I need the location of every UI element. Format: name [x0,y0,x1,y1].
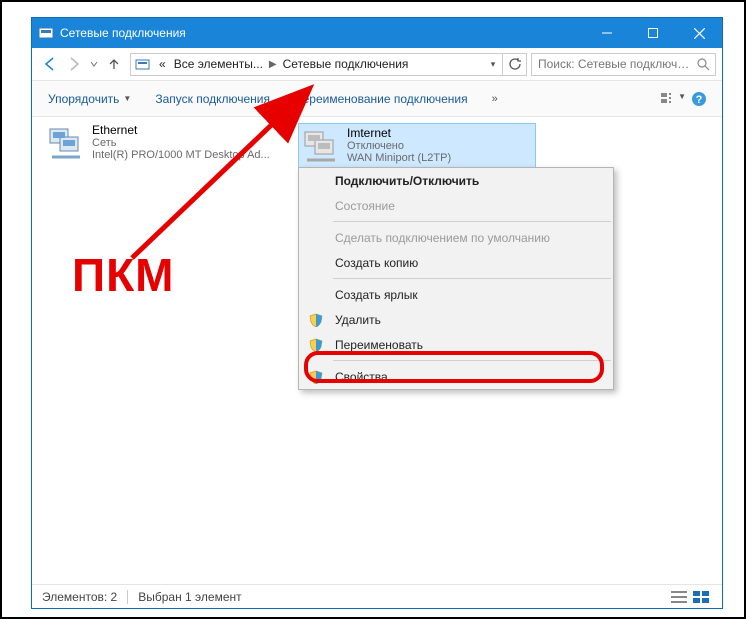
menu-delete[interactable]: Удалить [299,307,613,332]
address-icon [131,54,155,75]
connection-device: WAN Miniport (L2TP) [347,152,451,164]
app-icon [32,25,60,41]
forward-button[interactable] [62,52,86,76]
more-chevron-icon[interactable]: » [486,89,504,109]
window: Сетевые подключения « Все элементы... ▶ … [31,17,723,609]
shield-icon [307,370,325,384]
menu-connect-disconnect[interactable]: Подключить/Отключить [299,168,613,193]
ethernet-icon [46,123,86,163]
up-button[interactable] [102,52,126,76]
titlebar[interactable]: Сетевые подключения [32,18,722,48]
search-placeholder: Поиск: Сетевые подключения [532,57,691,71]
annotation-label: ПКМ [72,248,174,302]
toolbar: Упорядочить▼ Запуск подключения Переимен… [32,81,722,117]
menu-separator [333,278,611,279]
context-menu: Подключить/Отключить Состояние Сделать п… [298,167,614,390]
address-bar[interactable]: « Все элементы... ▶ Сетевые подключения … [130,53,527,76]
shield-icon [307,313,325,327]
internet-icon [301,126,341,166]
history-dropdown[interactable] [86,52,102,76]
crumb-prefix: « [155,54,170,75]
connection-name: Imternet [347,126,451,140]
connection-status: Сеть [92,137,270,149]
shield-icon [307,338,325,352]
rename-connection-button[interactable]: Переименование подключения [288,88,474,110]
status-item-count: Элементов: 2 [42,590,117,604]
connection-device: Intel(R) PRO/1000 MT Desktop Ad... [92,149,270,161]
address-dropdown[interactable]: ▾ [484,59,502,70]
window-title: Сетевые подключения [60,26,584,40]
refresh-button[interactable] [502,54,526,75]
crumb-all-items[interactable]: Все элементы... [170,54,267,75]
status-bar: Элементов: 2 Выбран 1 элемент [32,584,722,608]
menu-set-default: Сделать подключением по умолчанию [299,225,613,250]
organize-menu[interactable]: Упорядочить▼ [42,88,137,110]
connection-status: Отключено [347,140,451,152]
menu-rename[interactable]: Переименовать [299,332,613,357]
content-area[interactable]: Ethernet Сеть Intel(R) PRO/1000 MT Deskt… [32,117,722,584]
connection-name: Ethernet [92,123,270,137]
close-button[interactable] [676,18,722,48]
status-divider [127,590,128,604]
menu-state: Состояние [299,193,613,218]
connection-internet[interactable]: Imternet Отключено WAN Miniport (L2TP) [298,123,536,169]
svg-text:?: ? [696,94,703,106]
menu-create-shortcut[interactable]: Создать ярлык [299,282,613,307]
back-button[interactable] [38,52,62,76]
view-options-button[interactable]: ▼ [660,92,686,106]
nav-bar: « Все элементы... ▶ Сетевые подключения … [32,48,722,81]
status-selection: Выбран 1 элемент [138,590,241,604]
search-icon [691,58,715,71]
menu-properties[interactable]: Свойства [299,364,613,389]
crumb-sep-icon: ▶ [267,59,279,70]
search-box[interactable]: Поиск: Сетевые подключения [531,53,716,76]
minimize-button[interactable] [584,18,630,48]
menu-separator [333,221,611,222]
start-connection-button[interactable]: Запуск подключения [149,88,276,110]
connection-ethernet[interactable]: Ethernet Сеть Intel(R) PRO/1000 MT Deskt… [46,123,284,163]
view-details-button[interactable] [668,591,690,603]
help-button[interactable]: ? [686,91,712,107]
connection-text: Ethernet Сеть Intel(R) PRO/1000 MT Deskt… [92,123,270,163]
view-large-icons-button[interactable] [690,591,712,603]
crumb-network-connections[interactable]: Сетевые подключения [279,54,413,75]
connection-text: Imternet Отключено WAN Miniport (L2TP) [347,126,451,166]
menu-separator [333,360,611,361]
maximize-button[interactable] [630,18,676,48]
menu-create-copy[interactable]: Создать копию [299,250,613,275]
